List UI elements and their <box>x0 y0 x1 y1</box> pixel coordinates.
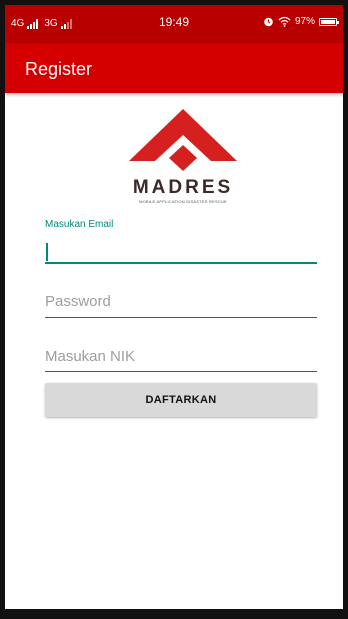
logo-mark-icon <box>129 109 237 171</box>
battery-icon <box>319 17 339 26</box>
email-label: Masukan Email <box>45 219 114 230</box>
email-underline <box>45 262 317 264</box>
nik-placeholder: Masukan NIK <box>45 348 136 365</box>
password-placeholder: Password <box>45 293 111 310</box>
page-title: Register <box>25 59 93 79</box>
phone-screen: 4G 3G 19:49 97% Register MADRES MOBILE A… <box>0 0 348 619</box>
password-field[interactable]: Password <box>45 289 317 325</box>
status-icons: 97% <box>263 16 339 27</box>
email-field[interactable]: Masukan Email <box>45 219 317 269</box>
battery-percent: 97% <box>294 16 315 27</box>
logo-wordmark: MADRES <box>132 177 234 198</box>
text-caret <box>46 243 48 261</box>
logo-subtitle: MOBILE APPLICATION DISASTER RESCUE <box>139 199 227 204</box>
register-button[interactable]: DAFTARKAN <box>45 383 317 417</box>
app-bar: Register <box>5 43 343 93</box>
madres-logo: MADRES MOBILE APPLICATION DISASTER RESCU… <box>125 103 241 207</box>
nik-underline <box>45 371 317 372</box>
wifi-icon <box>278 16 291 27</box>
nik-field[interactable]: Masukan NIK <box>45 343 317 379</box>
alarm-icon <box>264 17 273 27</box>
password-underline <box>45 317 317 318</box>
status-bar: 4G 3G 19:49 97% <box>5 5 343 43</box>
